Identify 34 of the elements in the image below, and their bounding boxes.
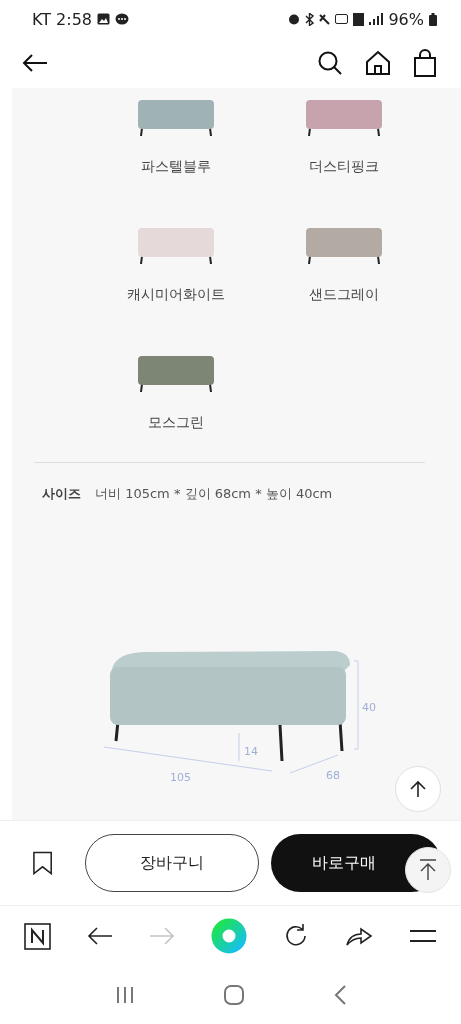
battery-icon	[429, 12, 437, 26]
home-icon[interactable]	[365, 50, 391, 76]
bluetooth-icon	[305, 12, 315, 26]
ottoman-dimension-drawing: 40 14 105 68	[104, 649, 380, 789]
color-option-label[interactable]: 파스텔블루	[141, 158, 211, 176]
up-arrow-icon	[410, 780, 426, 798]
hd-icon	[335, 14, 349, 24]
battery-percent: 96%	[388, 9, 424, 29]
bookmark-icon[interactable]	[32, 851, 54, 875]
search-icon[interactable]	[317, 50, 343, 76]
back-chevron-icon[interactable]	[332, 985, 347, 1005]
size-label: 사이즈	[42, 485, 81, 503]
home-button-icon[interactable]	[223, 985, 244, 1005]
chat-bubble-icon	[115, 12, 130, 26]
color-option-label[interactable]: 모스그린	[148, 414, 204, 432]
color-option-label[interactable]: 캐시미어화이트	[127, 286, 225, 304]
ottoman-icon[interactable]	[138, 356, 214, 392]
scroll-to-top-button[interactable]	[395, 766, 441, 812]
status-time: KT 2:58	[32, 9, 93, 29]
color-option-label[interactable]: 샌드그레이	[309, 286, 379, 304]
gallery-icon	[97, 13, 111, 25]
menu-icon[interactable]	[409, 929, 437, 943]
scroll-to-top-button[interactable]	[405, 847, 451, 893]
recent-apps-icon[interactable]	[114, 986, 135, 1004]
cart-button[interactable]: 장바구니	[85, 834, 259, 892]
back-arrow-icon[interactable]	[22, 53, 48, 73]
back-arrow-icon[interactable]	[87, 926, 113, 946]
color-option-label[interactable]: 더스티핑크	[309, 158, 379, 176]
shopping-bag-icon[interactable]	[413, 49, 437, 77]
naver-n-icon[interactable]	[24, 922, 51, 950]
up-arrow-icon	[419, 859, 437, 881]
signal-icon	[369, 13, 384, 25]
size-value: 너비 105cm * 깊이 68cm * 높이 40cm	[95, 485, 333, 503]
refresh-icon[interactable]	[283, 923, 309, 949]
